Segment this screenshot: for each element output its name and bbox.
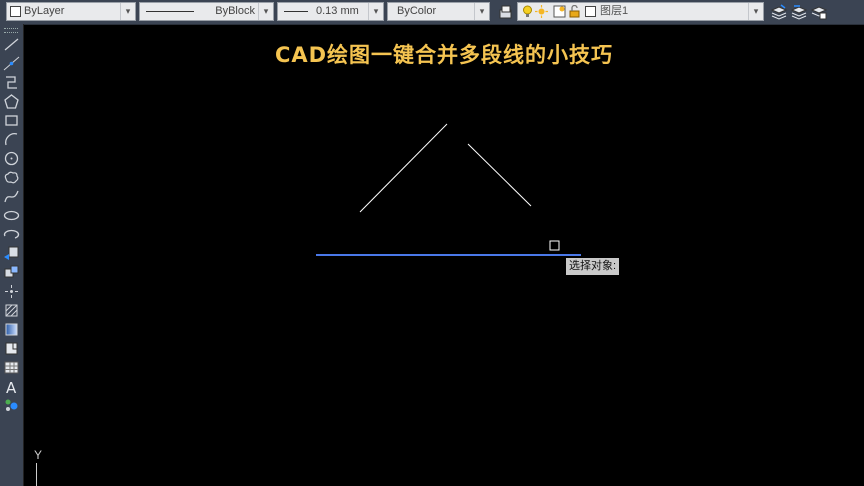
lineweight-combo[interactable]: 0.13 mm ▾	[277, 2, 384, 21]
ellipse-icon[interactable]	[2, 207, 21, 224]
viewport-freeze-icon[interactable]	[553, 5, 566, 18]
drawing-geometry	[316, 123, 581, 256]
gradient-icon[interactable]	[2, 321, 21, 338]
hatch-icon[interactable]	[2, 302, 21, 319]
linetype-combo-value: ByBlock	[215, 5, 255, 17]
make-current-layer-icon[interactable]	[771, 4, 787, 20]
insert-block-icon[interactable]	[2, 245, 21, 262]
drawing-canvas[interactable]: CAD绘图一键合并多段线的小技巧 选择对象: Y	[24, 25, 864, 486]
spline-icon[interactable]	[2, 188, 21, 205]
polyline-icon[interactable]	[2, 74, 21, 91]
plotstyle-combo-value: ByColor	[397, 5, 437, 17]
chevron-down-icon[interactable]: ▾	[120, 3, 135, 20]
color-combo[interactable]: ByLayer ▾	[6, 2, 136, 21]
create-block-icon[interactable]	[2, 264, 21, 281]
line-icon[interactable]	[2, 36, 21, 53]
linetype-preview	[146, 11, 194, 12]
lineweight-combo-value: 0.13 mm	[316, 5, 359, 17]
sun-icon[interactable]	[535, 5, 548, 18]
revision-cloud-icon[interactable]	[2, 169, 21, 186]
linetype-combo[interactable]: ByBlock ▾	[139, 2, 274, 21]
chevron-down-icon[interactable]: ▾	[258, 3, 273, 20]
toolbar-grip[interactable]	[4, 28, 18, 33]
chevron-down-icon[interactable]: ▾	[748, 3, 763, 20]
ellipse-arc-icon[interactable]	[2, 226, 21, 243]
ucs-y-label: Y	[34, 448, 43, 462]
properties-toolbar: ByLayer ▾ ByBlock ▾ 0.13 mm ▾ ByColor ▾ …	[0, 0, 864, 25]
layer-combo-value: 图层1	[600, 5, 629, 17]
right-diagonal-line[interactable]	[467, 143, 532, 207]
ucs-icon	[36, 463, 37, 486]
chevron-down-icon[interactable]: ▾	[474, 3, 489, 20]
point-icon[interactable]	[2, 283, 21, 300]
lightbulb-icon[interactable]	[521, 5, 534, 18]
color-swatch	[10, 6, 21, 17]
command-prompt-tooltip: 选择对象:	[566, 258, 620, 275]
layer-color-swatch	[585, 6, 596, 17]
table-icon[interactable]	[2, 359, 21, 376]
left-diagonal-line[interactable]	[359, 123, 448, 213]
lineweight-preview	[284, 11, 308, 12]
plotstyle-combo[interactable]: ByColor ▾	[387, 2, 490, 21]
chevron-down-icon[interactable]: ▾	[368, 3, 383, 20]
multiline-text-icon[interactable]: A	[2, 378, 21, 395]
add-selected-icon[interactable]	[2, 397, 21, 414]
pickbox-cursor	[549, 240, 560, 251]
draw-toolbar: A	[0, 24, 24, 486]
arc-icon[interactable]	[2, 131, 21, 148]
layer-combo[interactable]: 图层1 ▾	[517, 2, 764, 21]
construction-line-icon[interactable]	[2, 55, 21, 72]
layer-states-icon[interactable]	[811, 4, 827, 20]
polygon-icon[interactable]	[2, 93, 21, 110]
circle-icon[interactable]	[2, 150, 21, 167]
rectangle-icon[interactable]	[2, 112, 21, 129]
unlock-icon[interactable]	[568, 5, 581, 18]
layer-properties-icon[interactable]	[498, 4, 514, 20]
color-combo-value: ByLayer	[24, 5, 65, 17]
svg-text:A: A	[6, 379, 17, 395]
layer-previous-icon[interactable]	[791, 4, 807, 20]
region-icon[interactable]	[2, 340, 21, 357]
